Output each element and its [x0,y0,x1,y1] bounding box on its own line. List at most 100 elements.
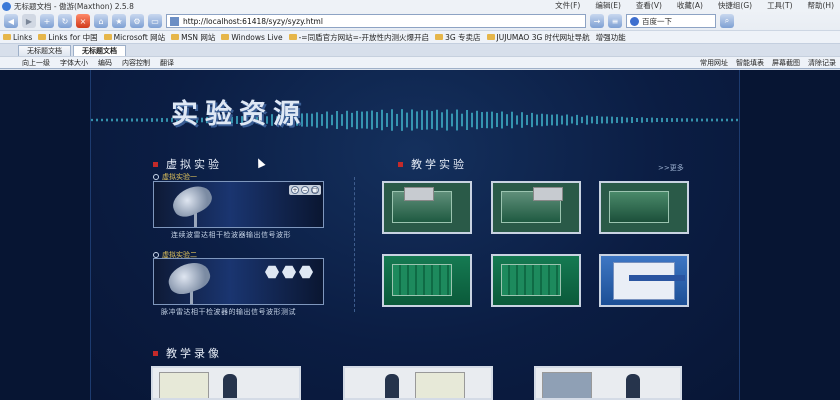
lab-photo-6[interactable] [599,254,689,307]
radio-icon [153,174,159,180]
screenshot-button[interactable]: 屏幕截图 [772,58,800,68]
wave-bar [121,118,123,122]
links-bar-item[interactable]: MSN 网站 [171,32,215,43]
stop-icon[interactable]: × [76,14,90,28]
maxthon-logo-icon [2,1,11,11]
wave-bar [371,110,373,130]
folder-icon [486,34,495,40]
wave-bar [346,110,348,130]
wave-bar [736,118,738,122]
search-icon[interactable]: ⌕ [720,14,734,28]
wave-bar [486,111,488,129]
wave-bar [151,118,153,122]
links-bar-item[interactable]: 3G 专卖店 [435,32,481,43]
favorites-icon[interactable]: ★ [112,14,126,28]
settings-icon[interactable]: ⚙ [130,14,144,28]
back-icon[interactable]: ◀ [4,14,18,28]
folder-icon [221,34,230,40]
screen-icon[interactable]: ▭ [148,14,162,28]
zoom-in-icon[interactable]: + [291,186,299,194]
virtual-lab-2-image[interactable] [153,258,324,305]
video-thumb-3[interactable] [534,366,682,400]
clear-history-button[interactable]: 清除记录 [808,58,836,68]
browser-tab[interactable]: 无标题文档 [18,44,71,56]
wave-bar [501,111,503,129]
lab-photo-4[interactable] [382,254,472,307]
fit-icon[interactable]: □ [311,186,319,194]
font-size-button[interactable]: 字体大小 [60,58,88,68]
rss-icon[interactable]: ≡ [608,14,622,28]
virtual-lab-1-image[interactable]: + − □ [153,181,324,228]
menu-help[interactable]: 帮助(H) [808,0,835,11]
wave-bar [596,115,598,125]
go-icon[interactable]: → [590,14,604,28]
autofill-button[interactable]: 智能填表 [736,58,764,68]
wave-bar [606,116,608,124]
content-control-button[interactable]: 内容控制 [122,58,150,68]
browser-tab-active[interactable]: 无标题文档 [73,44,126,56]
wave-bar [676,118,678,122]
wave-bar [686,118,688,122]
refresh-icon[interactable]: ↻ [58,14,72,28]
mouse-cursor-icon [254,156,266,169]
window-title: 无标题文档 - 傲游(Maxthon) 2.5.8 [14,1,134,11]
wave-bar [646,118,648,122]
wave-bar [341,114,343,126]
wave-bar [651,117,653,123]
video-thumb-2[interactable] [343,366,493,400]
page-icon [170,16,179,26]
links-bar-item[interactable]: Links for 中国 [38,32,98,43]
wave-bar [546,114,548,126]
up-level-button[interactable]: 向上一级 [22,58,50,68]
more-link[interactable]: >>更多 [658,163,684,173]
menu-file[interactable]: 文件(F) [555,0,580,11]
wave-bar [656,118,658,122]
home-icon[interactable]: ⌂ [94,14,108,28]
search-input[interactable]: 百度一下 [626,14,716,28]
translate-button[interactable]: 翻译 [160,58,174,68]
video-thumb-1[interactable] [151,366,301,400]
links-bar-item[interactable]: Microsoft 网站 [103,32,165,43]
zoom-out-icon[interactable]: − [301,186,309,194]
new-tab-icon[interactable]: + [40,14,54,28]
wave-bar [571,116,573,124]
wave-bar [696,118,698,122]
encoding-button[interactable]: 编码 [98,58,112,68]
virtual-lab-1-caption[interactable]: 连续波雷达相干检波器输出信号波形 [171,230,291,240]
address-bar[interactable]: http://localhost:61418/syzy/syzy.html [166,14,586,28]
page-title: 实验资源 [171,99,307,130]
lab-photo-3[interactable] [599,181,689,234]
lab-photo-1[interactable] [382,181,472,234]
links-bar-item[interactable]: Links [3,33,32,42]
extras-button[interactable]: 增强功能 [596,32,626,43]
links-bar-item[interactable]: Windows Live [221,33,283,42]
wave-bar [446,109,448,131]
virtual-lab-2-caption[interactable]: 脉冲雷达相干检波器的输出信号波形测试 [161,307,296,317]
menu-view[interactable]: 查看(V) [636,0,662,11]
menu-groups[interactable]: 快捷组(G) [718,0,752,11]
wave-bar [721,118,723,122]
common-sites-button[interactable]: 常用网址 [700,58,728,68]
wave-bar [336,110,338,130]
web-page: 实验资源 虚拟实验 虚拟实验一 + − □ 连续波雷达相干检波器输出信号波形 虚… [0,70,840,400]
links-bar-item[interactable]: JUJUMAO 3G 时代网址导航 [486,32,590,43]
lab-photo-2[interactable] [491,181,581,234]
video-heading: 教学录像 [153,345,222,361]
wave-bar [116,118,118,122]
wave-bar [461,113,463,127]
wave-bar [146,118,148,122]
wave-bar [681,118,683,122]
wave-bar [91,118,93,122]
links-bar-item[interactable]: -=同盾官方网站=-开放性内测火爆开启 [288,32,429,43]
menu-tools[interactable]: 工具(T) [767,0,792,11]
menu-favorites[interactable]: 收藏(A) [677,0,703,11]
menu-edit[interactable]: 编辑(E) [595,0,621,11]
lab-photo-5[interactable] [491,254,581,307]
wave-bar [581,116,583,124]
wave-bar [556,114,558,126]
wave-bar [701,118,703,122]
forward-icon[interactable]: ▶ [22,14,36,28]
wave-bar [166,118,168,122]
wave-bar [456,109,458,131]
wave-bar [136,118,138,122]
